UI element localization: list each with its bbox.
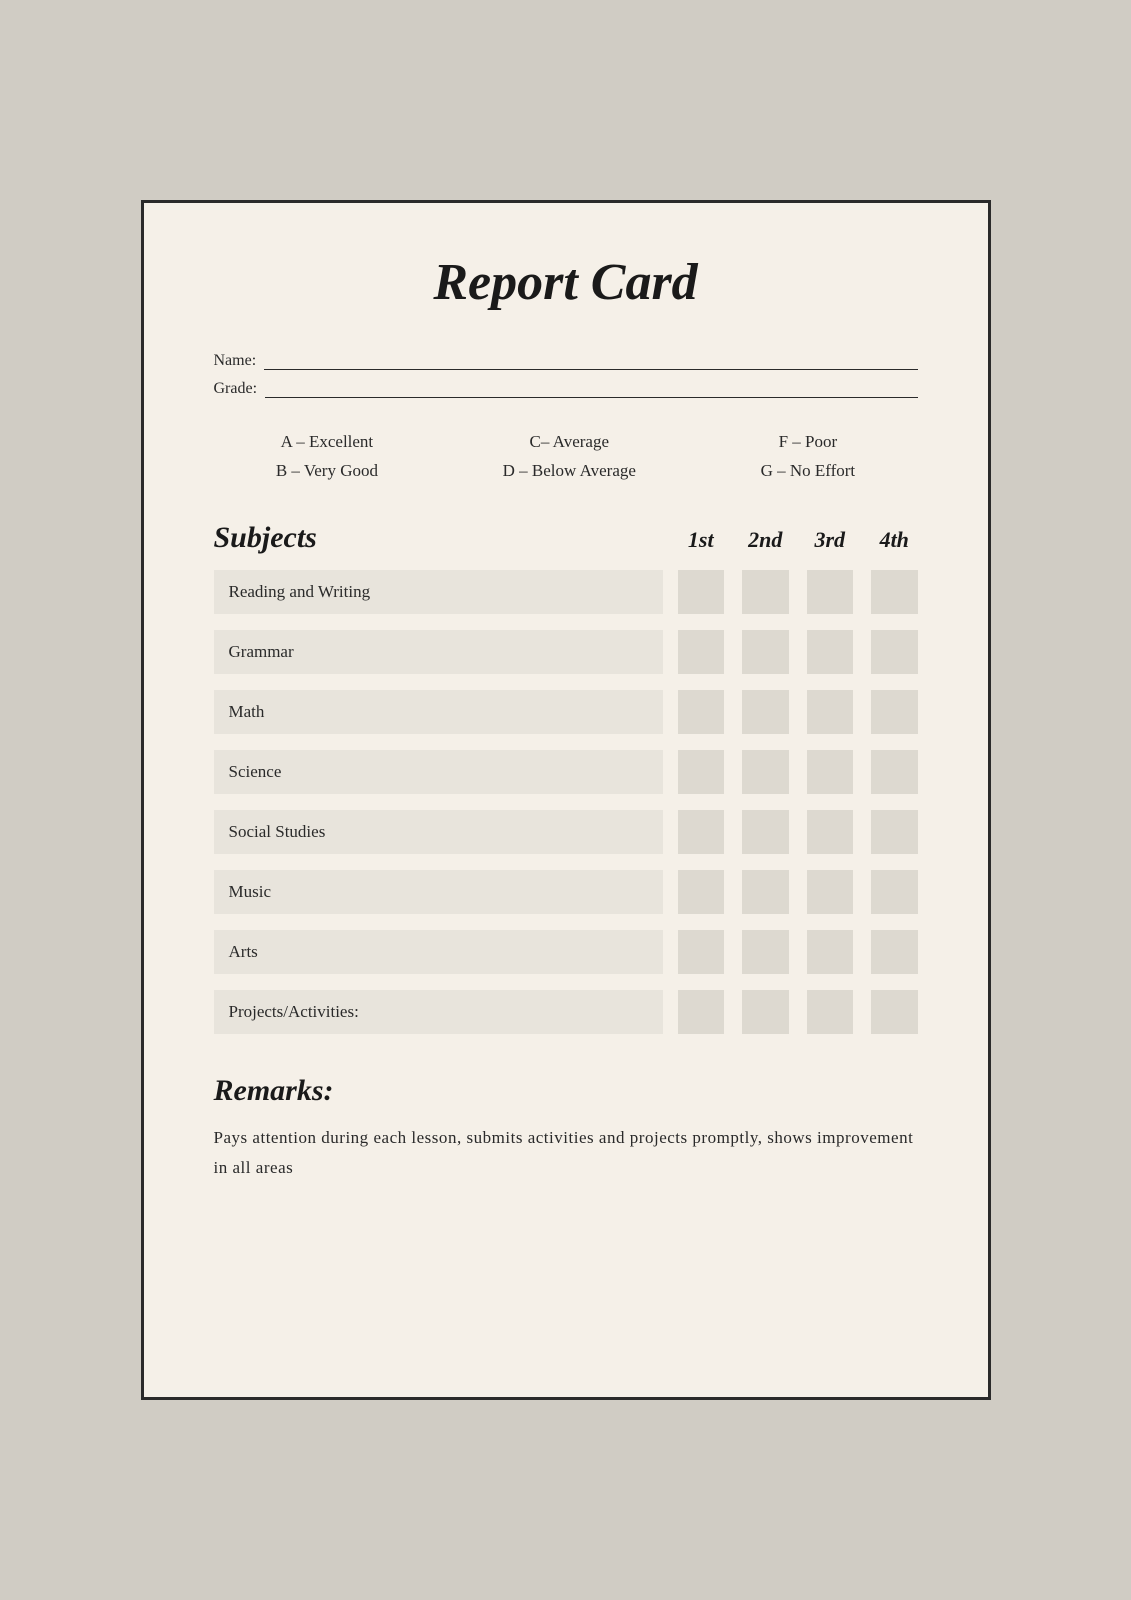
grade-boxes [678, 990, 918, 1034]
grade-box[interactable] [742, 690, 789, 734]
legend-item-c: C– Average [503, 428, 636, 457]
grade-box[interactable] [807, 870, 854, 914]
quarter-3-header: 3rd [807, 527, 854, 553]
grade-box[interactable] [807, 630, 854, 674]
grade-box[interactable] [871, 570, 918, 614]
subject-name: Grammar [214, 630, 663, 674]
grade-box[interactable] [678, 570, 725, 614]
subject-name: Music [214, 870, 663, 914]
subjects-title: Subjects [214, 521, 678, 555]
grade-box[interactable] [742, 630, 789, 674]
grade-box[interactable] [678, 750, 725, 794]
grade-box[interactable] [871, 870, 918, 914]
grade-box[interactable] [678, 930, 725, 974]
grade-boxes [678, 870, 918, 914]
subject-row: Science [214, 750, 918, 794]
grade-boxes [678, 750, 918, 794]
remarks-text: Pays attention during each lesson, submi… [214, 1123, 918, 1184]
grade-boxes [678, 690, 918, 734]
name-line [264, 352, 917, 370]
grade-box[interactable] [871, 930, 918, 974]
grade-box[interactable] [742, 930, 789, 974]
name-label: Name: [214, 352, 257, 370]
subject-row: Reading and Writing [214, 570, 918, 614]
grade-box[interactable] [807, 570, 854, 614]
grade-box[interactable] [871, 690, 918, 734]
name-field-row: Name: [214, 352, 918, 370]
grade-label: Grade: [214, 380, 258, 398]
remarks-title: Remarks: [214, 1074, 918, 1108]
subject-name: Arts [214, 930, 663, 974]
grade-box[interactable] [742, 570, 789, 614]
grade-box[interactable] [678, 810, 725, 854]
subject-name: Science [214, 750, 663, 794]
subject-row: Math [214, 690, 918, 734]
subject-row: Grammar [214, 630, 918, 674]
grade-box[interactable] [678, 690, 725, 734]
grade-box[interactable] [678, 630, 725, 674]
subject-row: Arts [214, 930, 918, 974]
grade-boxes [678, 630, 918, 674]
grade-box[interactable] [871, 990, 918, 1034]
report-card-page: Report Card Name: Grade: A – Excellent B… [141, 200, 991, 1400]
legend-col-1: A – Excellent B – Very Good [276, 428, 378, 486]
legend-item-a: A – Excellent [276, 428, 378, 457]
quarter-4-header: 4th [871, 527, 918, 553]
subjects-header: Subjects 1st 2nd 3rd 4th [214, 521, 918, 555]
grade-box[interactable] [678, 990, 725, 1034]
subject-name: Social Studies [214, 810, 663, 854]
grade-box[interactable] [807, 930, 854, 974]
grade-field-row: Grade: [214, 380, 918, 398]
grade-line [265, 380, 917, 398]
grade-box[interactable] [871, 750, 918, 794]
subject-row: Social Studies [214, 810, 918, 854]
legend-col-3: F – Poor G – No Effort [761, 428, 856, 486]
legend-item-d: D – Below Average [503, 457, 636, 486]
grade-boxes [678, 930, 918, 974]
subject-name: Reading and Writing [214, 570, 663, 614]
quarter-1-header: 1st [678, 527, 725, 553]
quarter-2-header: 2nd [742, 527, 789, 553]
grade-box[interactable] [807, 750, 854, 794]
grade-box[interactable] [807, 990, 854, 1034]
grade-box[interactable] [742, 990, 789, 1034]
subject-row: Projects/Activities: [214, 990, 918, 1034]
grade-box[interactable] [871, 810, 918, 854]
grade-legend: A – Excellent B – Very Good C– Average D… [214, 428, 918, 486]
grade-box[interactable] [871, 630, 918, 674]
subjects-list: Reading and Writing Grammar Math Science Soc… [214, 570, 918, 1034]
grade-box[interactable] [678, 870, 725, 914]
grade-box[interactable] [742, 750, 789, 794]
grade-box[interactable] [807, 690, 854, 734]
grade-boxes [678, 570, 918, 614]
subject-name: Math [214, 690, 663, 734]
grade-box[interactable] [742, 870, 789, 914]
legend-col-2: C– Average D – Below Average [503, 428, 636, 486]
grade-box[interactable] [807, 810, 854, 854]
subject-row: Music [214, 870, 918, 914]
page-title: Report Card [214, 253, 918, 312]
legend-item-g: G – No Effort [761, 457, 856, 486]
legend-item-f: F – Poor [761, 428, 856, 457]
legend-item-b: B – Very Good [276, 457, 378, 486]
grade-boxes [678, 810, 918, 854]
quarter-headers: 1st 2nd 3rd 4th [678, 527, 918, 553]
grade-box[interactable] [742, 810, 789, 854]
subject-name: Projects/Activities: [214, 990, 663, 1034]
